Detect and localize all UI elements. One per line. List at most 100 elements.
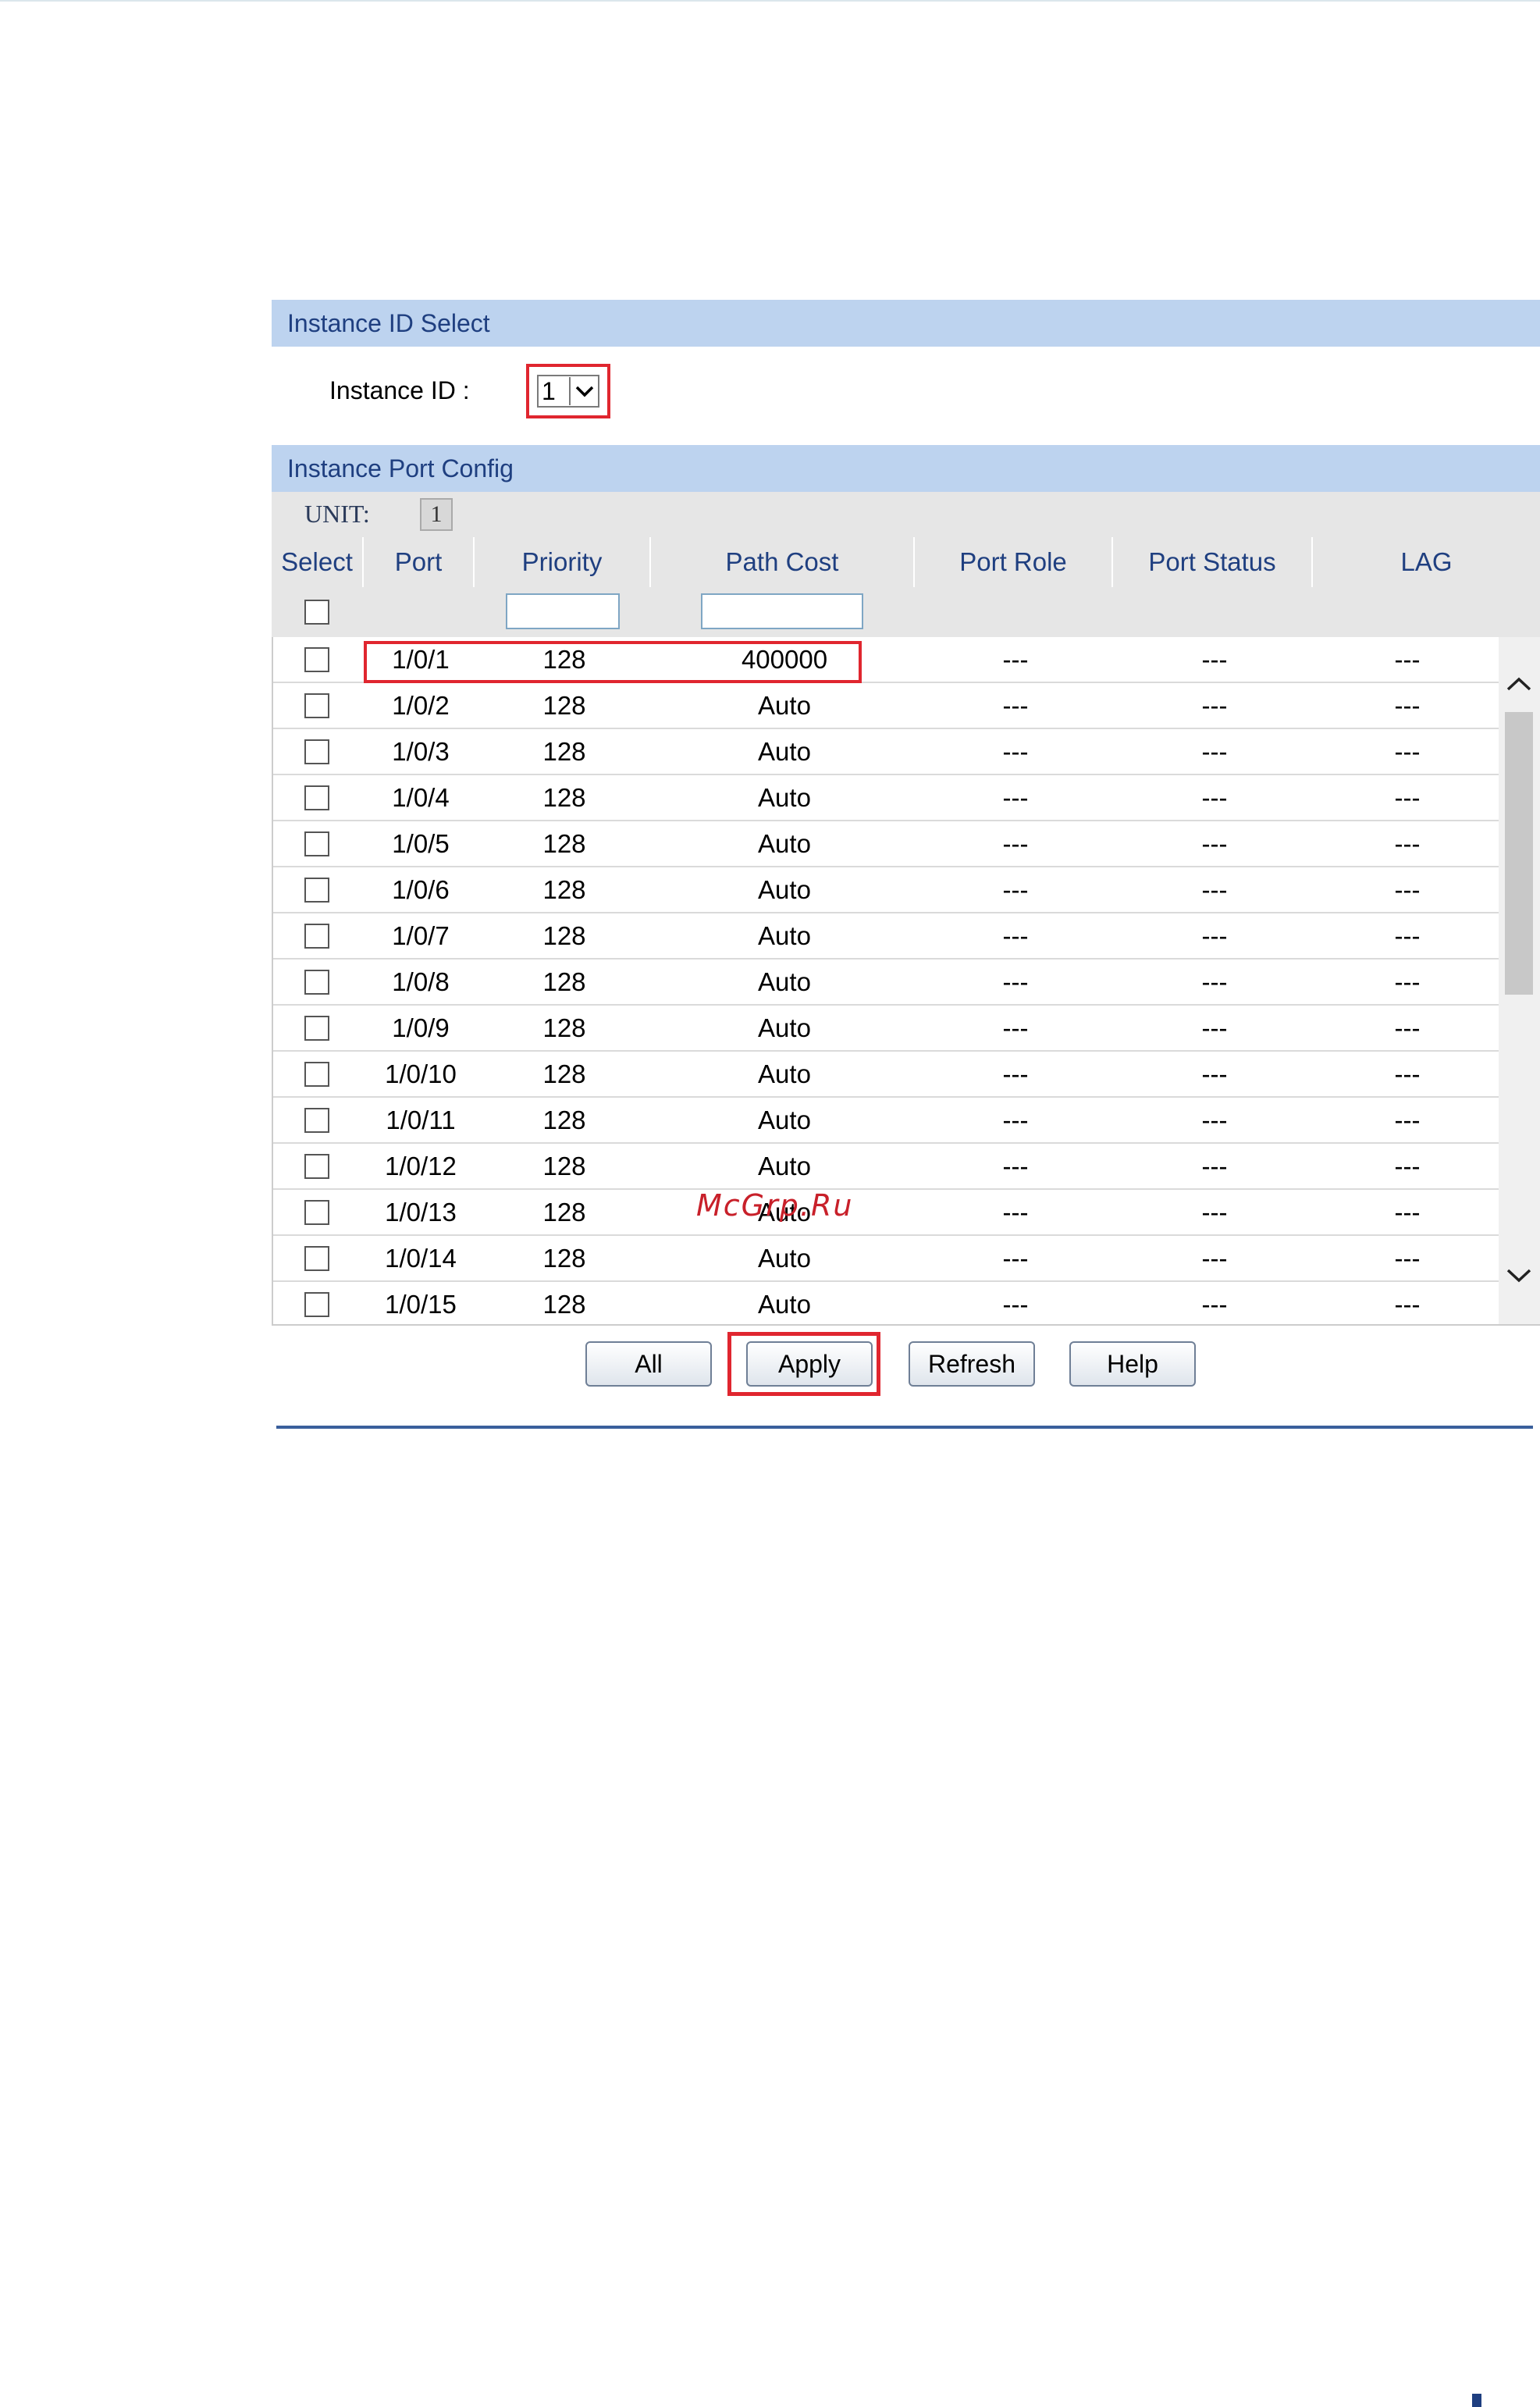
scroll-thumb[interactable] xyxy=(1505,712,1533,995)
unit-selector[interactable]: 1 xyxy=(420,498,453,531)
table-row[interactable]: 1/0/5 128 Auto --- --- --- xyxy=(273,821,1500,867)
unit-row: UNIT: 1 xyxy=(272,492,1540,537)
row-select-checkbox[interactable] xyxy=(304,1292,329,1317)
row-select-checkbox[interactable] xyxy=(304,647,329,672)
priority-cell: 128 xyxy=(542,783,586,812)
port-status-cell: --- xyxy=(1201,783,1228,812)
port-status-cell: --- xyxy=(1201,829,1228,858)
row-select-checkbox[interactable] xyxy=(304,831,329,856)
port-role-cell: --- xyxy=(1002,783,1029,812)
table-row[interactable]: 1/0/12 128 Auto --- --- --- xyxy=(273,1144,1500,1190)
help-button[interactable]: Help xyxy=(1069,1341,1196,1387)
priority-cell: 128 xyxy=(542,1244,586,1273)
port-role-cell: --- xyxy=(1002,1152,1029,1180)
table-row[interactable]: 1/0/13 128 Auto --- --- --- xyxy=(273,1190,1500,1236)
instance-id-label: Instance ID : xyxy=(329,376,470,404)
priority-cell: 128 xyxy=(542,921,586,950)
port-role-cell: --- xyxy=(1002,1013,1029,1042)
row-select-checkbox[interactable] xyxy=(304,878,329,903)
lag-cell: --- xyxy=(1394,1059,1421,1088)
port-cell: 1/0/5 xyxy=(392,829,450,858)
lag-cell: --- xyxy=(1394,1290,1421,1319)
port-cell: 1/0/11 xyxy=(386,1106,456,1134)
port-status-cell: --- xyxy=(1201,1059,1228,1088)
row-select-checkbox[interactable] xyxy=(304,785,329,810)
path-cost-cell: Auto xyxy=(758,1244,811,1273)
apply-button[interactable]: Apply xyxy=(746,1341,873,1387)
priority-cell: 128 xyxy=(542,691,586,720)
table-row[interactable]: 1/0/6 128 Auto --- --- --- xyxy=(273,867,1500,913)
path-cost-cell: 400000 xyxy=(741,645,828,674)
port-role-cell: --- xyxy=(1002,1106,1029,1134)
port-cell: 1/0/9 xyxy=(392,1013,450,1042)
port-status-cell: --- xyxy=(1201,875,1228,904)
all-button[interactable]: All xyxy=(585,1341,712,1387)
row-select-checkbox[interactable] xyxy=(304,1062,329,1087)
priority-input[interactable] xyxy=(506,593,620,629)
port-table-body: 1/0/1 128 400000 --- --- --- 1/0/2 128 Auto --- --… xyxy=(272,637,1500,1324)
row-select-checkbox[interactable] xyxy=(304,739,329,764)
refresh-button[interactable]: Refresh xyxy=(909,1341,1035,1387)
lag-cell: --- xyxy=(1394,1013,1421,1042)
row-select-checkbox[interactable] xyxy=(304,1246,329,1271)
table-row[interactable]: 1/0/14 128 Auto --- --- --- xyxy=(273,1236,1500,1282)
lag-cell: --- xyxy=(1394,691,1421,720)
priority-cell: 128 xyxy=(542,1290,586,1319)
table-bottom-border xyxy=(272,1324,1540,1326)
chevron-down-icon[interactable] xyxy=(1505,1262,1533,1290)
table-row[interactable]: 1/0/2 128 Auto --- --- --- xyxy=(273,683,1500,729)
filter-row xyxy=(272,587,1540,637)
row-select-checkbox[interactable] xyxy=(304,1200,329,1225)
lag-cell: --- xyxy=(1394,1152,1421,1180)
watermark: McGrp.Ru xyxy=(696,1188,854,1223)
priority-cell: 128 xyxy=(542,1152,586,1180)
port-status-cell: --- xyxy=(1201,1244,1228,1273)
port-status-cell: --- xyxy=(1201,1013,1228,1042)
table-scrollbar[interactable] xyxy=(1499,637,1540,1324)
unit-label: UNIT: xyxy=(304,500,370,528)
port-role-cell: --- xyxy=(1002,1059,1029,1088)
port-cell: 1/0/6 xyxy=(392,875,450,904)
priority-cell: 128 xyxy=(542,645,586,674)
table-row[interactable]: 1/0/8 128 Auto --- --- --- xyxy=(273,960,1500,1006)
table-row[interactable]: 1/0/10 128 Auto --- --- --- xyxy=(273,1052,1500,1098)
path-cost-cell: Auto xyxy=(758,1059,811,1088)
priority-cell: 128 xyxy=(542,875,586,904)
column-header-port-status: Port Status xyxy=(1113,537,1313,587)
path-cost-input[interactable] xyxy=(701,593,863,629)
port-role-cell: --- xyxy=(1002,875,1029,904)
port-status-cell: --- xyxy=(1201,1152,1228,1180)
table-row[interactable]: 1/0/1 128 400000 --- --- --- xyxy=(273,637,1500,683)
select-all-checkbox[interactable] xyxy=(304,600,329,625)
row-select-checkbox[interactable] xyxy=(304,924,329,949)
column-header-port-role: Port Role xyxy=(915,537,1113,587)
port-role-cell: --- xyxy=(1002,645,1029,674)
port-status-cell: --- xyxy=(1201,1106,1228,1134)
table-row[interactable]: 1/0/9 128 Auto --- --- --- xyxy=(273,1006,1500,1052)
port-status-cell: --- xyxy=(1201,645,1228,674)
row-select-checkbox[interactable] xyxy=(304,693,329,718)
port-cell: 1/0/7 xyxy=(392,921,450,950)
lag-cell: --- xyxy=(1394,1244,1421,1273)
row-select-checkbox[interactable] xyxy=(304,1154,329,1179)
port-cell: 1/0/12 xyxy=(385,1152,457,1180)
row-select-checkbox[interactable] xyxy=(304,1016,329,1041)
lag-cell: --- xyxy=(1394,967,1421,996)
table-row[interactable]: 1/0/7 128 Auto --- --- --- xyxy=(273,913,1500,960)
table-row[interactable]: 1/0/15 128 Auto --- --- --- xyxy=(273,1282,1500,1324)
table-row[interactable]: 1/0/4 128 Auto --- --- --- xyxy=(273,775,1500,821)
instance-id-row: Instance ID : 1 xyxy=(272,347,1540,445)
instance-id-select-header: Instance ID Select xyxy=(272,300,1540,347)
column-header-lag: LAG xyxy=(1400,547,1453,576)
row-select-checkbox[interactable] xyxy=(304,970,329,995)
table-row[interactable]: 1/0/11 128 Auto --- --- --- xyxy=(273,1098,1500,1144)
instance-id-select[interactable]: 1 xyxy=(537,375,599,408)
lag-cell: --- xyxy=(1394,875,1421,904)
path-cost-cell: Auto xyxy=(758,967,811,996)
row-select-checkbox[interactable] xyxy=(304,1108,329,1133)
port-cell: 1/0/10 xyxy=(385,1059,457,1088)
chevron-up-icon[interactable] xyxy=(1505,670,1533,698)
lag-cell: --- xyxy=(1394,1198,1421,1227)
table-row[interactable]: 1/0/3 128 Auto --- --- --- xyxy=(273,729,1500,775)
chevron-down-icon[interactable] xyxy=(569,377,598,405)
